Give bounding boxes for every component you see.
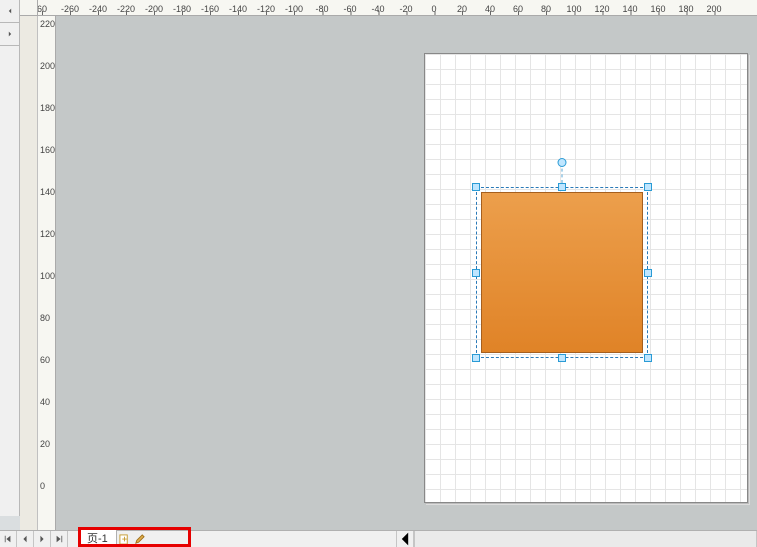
ruler-tick: -140	[229, 4, 247, 14]
ruler-tick: 140	[622, 4, 637, 14]
ruler-tick: 100	[566, 4, 581, 14]
selected-shape-rectangle[interactable]	[481, 192, 643, 353]
tab-scroll-gap	[147, 531, 397, 547]
ruler-tick: -180	[173, 4, 191, 14]
ruler-tick: -200	[145, 4, 163, 14]
ruler-tick: 160	[40, 145, 55, 155]
ruler-tick: -80	[315, 4, 328, 14]
ruler-tick: -260	[61, 4, 79, 14]
pencil-icon[interactable]	[132, 531, 147, 547]
ruler-tick: 100	[40, 271, 55, 281]
resize-handle-top-middle[interactable]	[558, 183, 566, 191]
ruler-tick: 80	[40, 313, 50, 323]
ruler-tick: -160	[201, 4, 219, 14]
ruler-tick: 200	[706, 4, 721, 14]
next-page-button[interactable]	[34, 531, 51, 547]
ruler-tick: 120	[40, 229, 55, 239]
ruler-tick: 200	[40, 61, 55, 71]
page-navigation-bar: 页-1	[0, 530, 757, 547]
ruler-tick: -100	[285, 4, 303, 14]
ruler-tick: 160	[650, 4, 665, 14]
prev-page-button[interactable]	[17, 531, 34, 547]
ruler-tick: 60	[513, 4, 523, 14]
horizontal-scrollbar[interactable]	[414, 531, 757, 547]
first-page-button[interactable]	[0, 531, 17, 547]
ruler-tick: 180	[678, 4, 693, 14]
resize-handle-middle-right[interactable]	[644, 269, 652, 277]
resize-handle-bottom-right[interactable]	[644, 354, 652, 362]
last-page-button[interactable]	[51, 531, 68, 547]
expand-right-button[interactable]	[0, 23, 19, 46]
ruler-tick: 0	[431, 4, 436, 14]
new-page-icon[interactable]	[117, 531, 132, 547]
left-toolbar	[0, 46, 20, 516]
collapse-left-button[interactable]	[0, 0, 19, 23]
ruler-tick: -240	[89, 4, 107, 14]
resize-handle-middle-left[interactable]	[472, 269, 480, 277]
vertical-ruler[interactable]: 220200180160140120100806040200	[38, 16, 56, 530]
ruler-tick: -40	[371, 4, 384, 14]
ruler-tick: 0	[40, 481, 45, 491]
ruler-tick: 220	[40, 19, 55, 29]
ruler-tick: 40	[40, 397, 50, 407]
page-tabs-area: 页-1	[78, 531, 147, 547]
ruler-tick: 20	[40, 439, 50, 449]
ruler-origin-corner[interactable]	[20, 0, 38, 16]
resize-handle-top-right[interactable]	[644, 183, 652, 191]
resize-handle-top-left[interactable]	[472, 183, 480, 191]
ruler-tick: 40	[485, 4, 495, 14]
drawing-canvas[interactable]	[56, 16, 757, 530]
page-tab-label: 页-1	[87, 530, 108, 546]
ruler-tick: 120	[594, 4, 609, 14]
ruler-tick: -20	[399, 4, 412, 14]
resize-handle-bottom-middle[interactable]	[558, 354, 566, 362]
ruler-tick: 20	[457, 4, 467, 14]
page-tab-1[interactable]: 页-1	[78, 530, 117, 547]
resize-handle-bottom-left[interactable]	[472, 354, 480, 362]
ruler-tick: -60	[343, 4, 356, 14]
ruler-tick: 140	[40, 187, 55, 197]
ruler-tick: 60	[38, 4, 47, 14]
ruler-tick: 180	[40, 103, 55, 113]
ruler-tick: -120	[257, 4, 275, 14]
left-gutter	[20, 16, 38, 530]
hscroll-left-button[interactable]	[397, 531, 414, 547]
ruler-tick: 80	[541, 4, 551, 14]
panel-collapse-group	[0, 0, 20, 46]
ruler-tick: -220	[117, 4, 135, 14]
ruler-tick: 60	[40, 355, 50, 365]
horizontal-ruler[interactable]: 60-260-240-220-200-180-160-140-120-100-8…	[38, 0, 757, 16]
